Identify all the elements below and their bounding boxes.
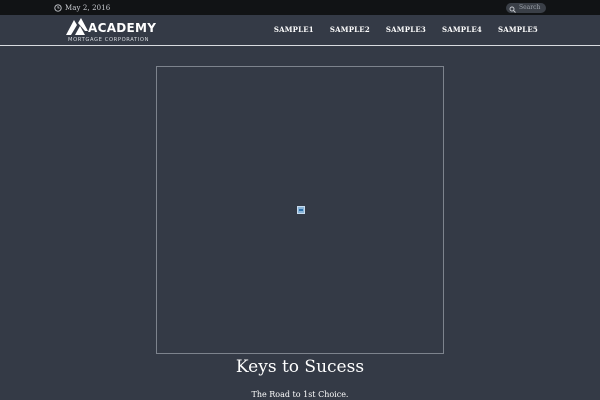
- top-bar: May 2, 2016: [0, 0, 600, 15]
- slide-caption: The Road to 1st Choice.: [251, 390, 349, 399]
- date-display: May 2, 2016: [54, 4, 110, 12]
- nav-item-sample2[interactable]: SAMPLE2: [330, 25, 370, 34]
- logo-mark-icon: [66, 18, 88, 35]
- broken-image-icon: [297, 206, 305, 214]
- nav-item-sample1[interactable]: SAMPLE1: [274, 25, 314, 34]
- logo[interactable]: ACADEMY MORTGAGE CORPORATION: [66, 18, 156, 44]
- nav-item-sample5[interactable]: SAMPLE5: [498, 25, 538, 34]
- logo-subtitle: MORTGAGE CORPORATION: [68, 37, 150, 43]
- slide-image-frame: [156, 66, 444, 354]
- site-header: ACADEMY MORTGAGE CORPORATION SAMPLE1 SAM…: [0, 15, 600, 46]
- date-text: May 2, 2016: [65, 3, 111, 12]
- main-nav: SAMPLE1 SAMPLE2 SAMPLE3 SAMPLE4 SAMPLE5: [274, 25, 538, 34]
- logo-name: ACADEMY: [88, 21, 157, 35]
- clock-icon: [54, 3, 62, 12]
- nav-item-sample3[interactable]: SAMPLE3: [386, 25, 426, 34]
- search-input[interactable]: [519, 3, 545, 12]
- nav-item-sample4[interactable]: SAMPLE4: [442, 25, 482, 34]
- search-box[interactable]: [506, 2, 546, 13]
- slide-title: Keys to Sucess: [235, 357, 365, 377]
